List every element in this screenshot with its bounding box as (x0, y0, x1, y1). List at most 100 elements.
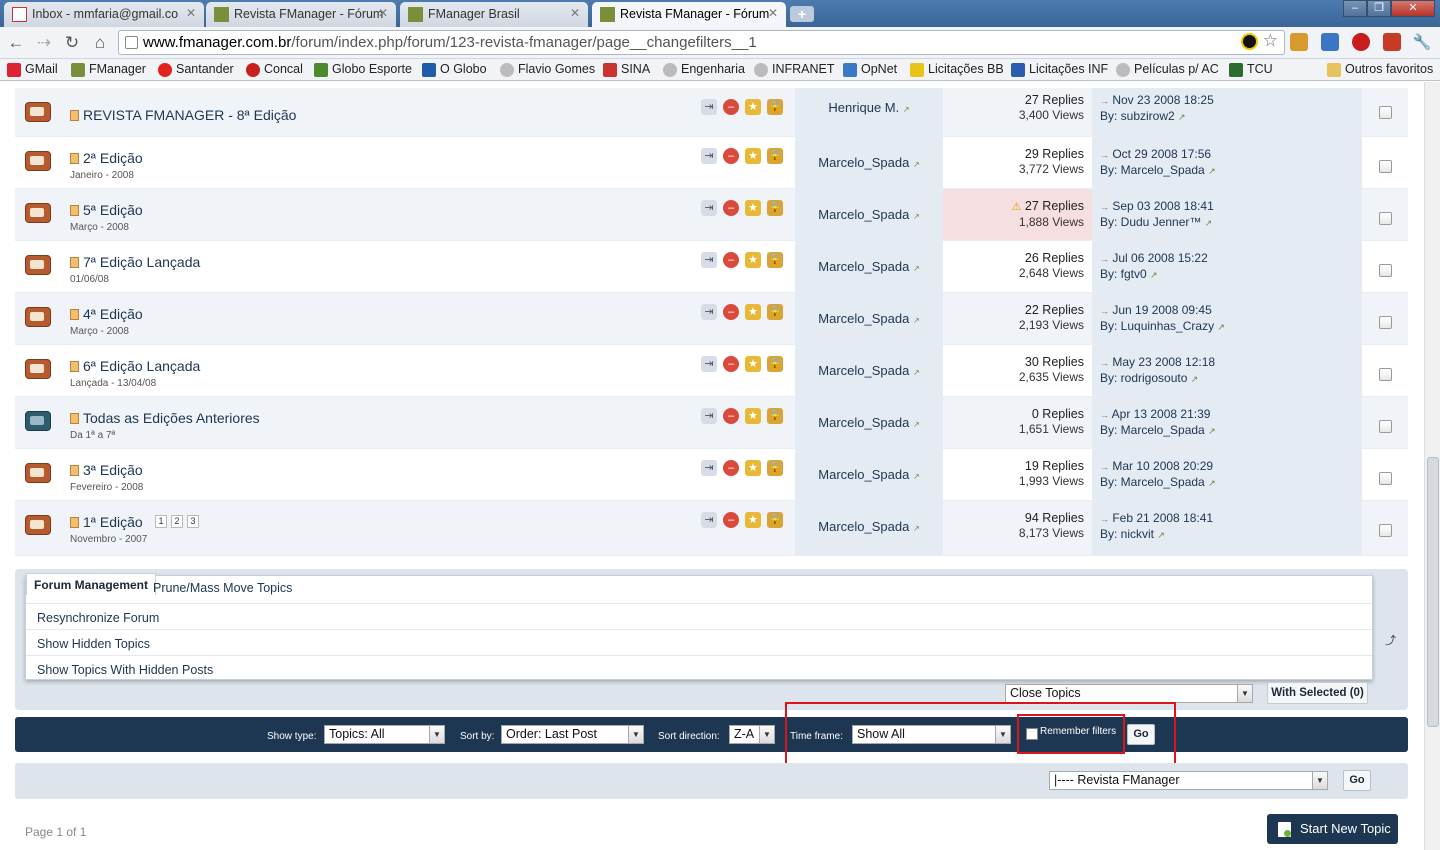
lock-icon[interactable]: 🔒 (767, 512, 783, 528)
reply-count[interactable]: 29 Replies (1025, 147, 1084, 161)
browser-tab-forum[interactable]: Revista FManager - Fórum ✕ (206, 2, 396, 27)
last-post-date-link[interactable]: Mar 10 2008 20:29 (1112, 459, 1213, 473)
lock-icon[interactable]: 🔒 (767, 408, 783, 424)
reload-icon[interactable]: ↻ (62, 33, 82, 53)
move-topic-icon[interactable]: ⇥ (701, 512, 717, 528)
topic-select-checkbox[interactable] (1379, 524, 1392, 537)
address-bar[interactable]: www.fmanager.com.br/forum/index.php/foru… (118, 30, 1285, 55)
move-topic-icon[interactable]: ⇥ (701, 408, 717, 424)
delete-topic-icon[interactable]: – (723, 512, 739, 528)
bookmark-peliculas[interactable]: Películas p/ AC (1116, 62, 1219, 77)
reply-count[interactable]: 94 Replies (1025, 511, 1084, 525)
lock-icon[interactable]: 🔒 (767, 304, 783, 320)
topic-select-checkbox[interactable] (1379, 472, 1392, 485)
last-post-date-link[interactable]: May 23 2008 12:18 (1112, 355, 1215, 369)
close-tab-icon[interactable]: ✕ (570, 6, 580, 20)
new-tab-button[interactable]: + (790, 6, 814, 22)
topic-starter-link[interactable]: Marcelo_Spada (818, 207, 909, 222)
last-poster-link[interactable]: By: Marcelo_Spada (1100, 423, 1205, 437)
profile-link-icon[interactable]: ↗ (1191, 374, 1199, 384)
sort-direction-select[interactable]: Z-A ▼ (729, 725, 775, 744)
page-link[interactable]: 1 (155, 515, 167, 528)
bookmark-licitacoes-inf[interactable]: Licitações INF (1011, 62, 1108, 77)
adblock-icon[interactable] (1352, 33, 1370, 51)
topic-title-link[interactable]: 4ª Edição (83, 306, 143, 322)
with-selected-button[interactable]: With Selected (0) (1267, 682, 1368, 704)
forward-icon[interactable]: ⇢ (34, 33, 54, 53)
reply-count[interactable]: 22 Replies (1025, 303, 1084, 317)
profile-link-icon[interactable]: ↗ (913, 524, 920, 533)
browser-tab-fmanager[interactable]: FManager Brasil ✕ (400, 2, 588, 27)
move-topic-icon[interactable]: ⇥ (701, 148, 717, 164)
dictionary-icon[interactable] (1383, 33, 1401, 51)
lock-icon[interactable]: 🔒 (767, 148, 783, 164)
move-topic-icon[interactable]: ⇥ (701, 252, 717, 268)
last-post-date-link[interactable]: Feb 21 2008 18:41 (1112, 511, 1213, 525)
topic-title-link[interactable]: 1ª Edição (83, 514, 143, 530)
tab-forum-management[interactable]: Forum Management (26, 573, 157, 595)
last-poster-link[interactable]: By: Dudu Jenner™ (1100, 215, 1201, 229)
last-post-arrow-icon[interactable]: → (1100, 254, 1109, 264)
close-tab-icon[interactable]: ✕ (768, 6, 778, 20)
maximize-icon[interactable]: ❐ (1367, 0, 1391, 17)
show-type-select[interactable]: Topics: All ▼ (324, 725, 445, 744)
last-post-date-link[interactable]: Nov 23 2008 18:25 (1112, 93, 1213, 107)
topic-starter-link[interactable]: Marcelo_Spada (818, 415, 909, 430)
reply-count[interactable]: 27 Replies (1025, 199, 1084, 213)
home-icon[interactable]: ⌂ (90, 33, 110, 53)
last-post-arrow-icon[interactable]: → (1100, 202, 1109, 212)
topic-select-checkbox[interactable] (1379, 368, 1392, 381)
bookmark-santander[interactable]: Santander (158, 62, 234, 77)
last-poster-link[interactable]: By: Marcelo_Spada (1100, 163, 1205, 177)
show-hidden-topics-link[interactable]: Show Hidden Topics (26, 629, 1372, 655)
pin-star-icon[interactable]: ★ (745, 304, 761, 320)
topic-select-checkbox[interactable] (1379, 264, 1392, 277)
bookmark-globo-esporte[interactable]: Globo Esporte (314, 62, 412, 77)
bookmark-sina[interactable]: SINA (603, 62, 650, 77)
last-post-arrow-icon[interactable]: → (1100, 150, 1109, 160)
show-hidden-posts-link[interactable]: Show Topics With Hidden Posts (26, 655, 1372, 681)
lock-icon[interactable]: 🔒 (767, 460, 783, 476)
profile-link-icon[interactable]: ↗ (913, 368, 920, 377)
bookmark-infranet[interactable]: INFRANET (754, 62, 835, 77)
reply-count[interactable]: 0 Replies (1032, 407, 1084, 421)
reply-count[interactable]: 19 Replies (1025, 459, 1084, 473)
profile-link-icon[interactable]: ↗ (913, 420, 920, 429)
bookmark-flavio-gomes[interactable]: Flavio Gomes (500, 62, 595, 77)
browser-tab-active[interactable]: Revista FManager - Fórum ✕ (592, 2, 786, 28)
last-post-date-link[interactable]: Jul 06 2008 15:22 (1112, 251, 1207, 265)
last-post-date-link[interactable]: Oct 29 2008 17:56 (1112, 147, 1211, 161)
topic-starter-link[interactable]: Henrique M. (828, 100, 899, 115)
pin-star-icon[interactable]: ★ (745, 460, 761, 476)
topic-title-link[interactable]: 5ª Edição (83, 202, 143, 218)
topic-starter-link[interactable]: Marcelo_Spada (818, 467, 909, 482)
tab-prune-mass-move[interactable]: Prune/Mass Move Topics (153, 581, 292, 595)
move-topic-icon[interactable]: ⇥ (701, 304, 717, 320)
profile-link-icon[interactable]: ↗ (1217, 322, 1225, 332)
delete-topic-icon[interactable]: – (723, 356, 739, 372)
menu-toggle-icon[interactable]: ⤴ (1385, 632, 1396, 648)
profile-link-icon[interactable]: ↗ (913, 316, 920, 325)
topic-starter-link[interactable]: Marcelo_Spada (818, 311, 909, 326)
bookmark-engenharia[interactable]: Engenharia (663, 62, 745, 77)
star-icon[interactable]: ☆ (1263, 31, 1278, 51)
page-link[interactable]: 2 (171, 515, 183, 528)
delete-topic-icon[interactable]: – (723, 200, 739, 216)
bookmark-licitacoes-bb[interactable]: Licitações BB (910, 62, 1004, 77)
topic-title-link[interactable]: 3ª Edição (83, 462, 143, 478)
pin-star-icon[interactable]: ★ (745, 252, 761, 268)
topic-select-checkbox[interactable] (1379, 212, 1392, 225)
topic-title-link[interactable]: 2ª Edição (83, 150, 143, 166)
bookmark-opnet[interactable]: OpNet (843, 62, 897, 77)
topic-title-link[interactable]: REVISTA FMANAGER - 8ª Edição (83, 107, 296, 123)
topic-select-checkbox[interactable] (1379, 420, 1392, 433)
resynchronize-forum-link[interactable]: Resynchronize Forum (26, 603, 1372, 629)
last-post-date-link[interactable]: Jun 19 2008 09:45 (1112, 303, 1211, 317)
minimize-icon[interactable]: ‒ (1343, 0, 1367, 17)
lock-icon[interactable]: 🔒 (767, 356, 783, 372)
profile-link-icon[interactable]: ↗ (1157, 530, 1165, 540)
profile-link-icon[interactable]: ↗ (913, 160, 920, 169)
delete-topic-icon[interactable]: – (723, 408, 739, 424)
topic-starter-link[interactable]: Marcelo_Spada (818, 363, 909, 378)
pin-star-icon[interactable]: ★ (745, 512, 761, 528)
